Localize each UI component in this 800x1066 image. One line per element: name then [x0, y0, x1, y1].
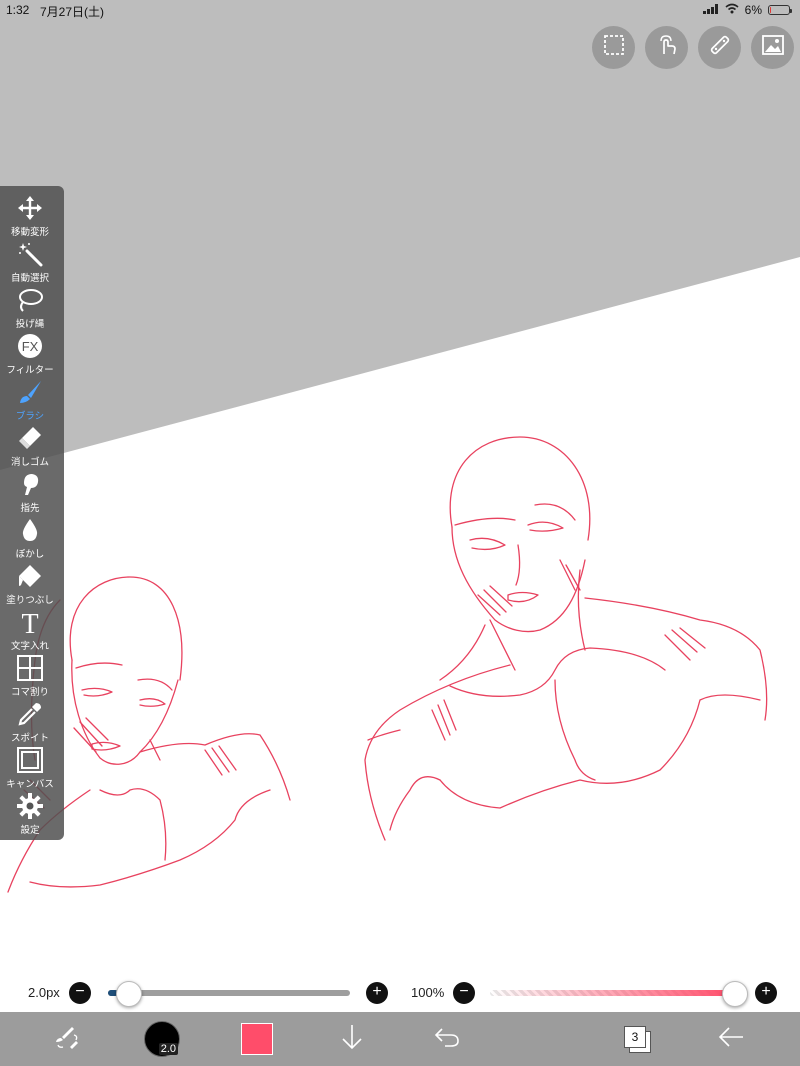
text-icon-glyph: T: [21, 609, 38, 635]
tool-text[interactable]: T 文字入れ: [0, 608, 60, 654]
move-icon: [16, 194, 44, 222]
color-picker-button[interactable]: [240, 1012, 274, 1066]
tool-label: 投げ縄: [15, 319, 45, 330]
back-button[interactable]: [714, 1012, 748, 1066]
tool-label: 自動選択: [10, 273, 49, 284]
opacity-slider-knob[interactable]: [722, 981, 748, 1007]
layers-count: 3: [624, 1026, 646, 1048]
brush-size-label: 2.0px: [28, 985, 60, 1000]
lasso-icon: [16, 286, 44, 314]
brush-size-decrease-button[interactable]: −: [69, 982, 91, 1004]
touch-button[interactable]: [645, 26, 688, 69]
tool-fill[interactable]: 塗りつぶし: [0, 562, 60, 608]
drawing-canvas[interactable]: [0, 0, 800, 1012]
tool-lasso[interactable]: 投げ縄: [0, 286, 60, 332]
selection-icon: [603, 34, 625, 61]
tool-smudge[interactable]: 指先: [0, 470, 60, 516]
tool-move-transform[interactable]: 移動変形: [0, 194, 60, 240]
brush-size-slider-track[interactable]: [108, 990, 350, 996]
tool-label: 文字入れ: [10, 641, 49, 652]
gallery-button[interactable]: [751, 26, 794, 69]
brush-size-increase-button[interactable]: +: [366, 982, 388, 1004]
opacity-slider-track[interactable]: [490, 990, 734, 996]
layers-icon: 3: [624, 1026, 651, 1053]
opacity-label: 100%: [411, 985, 445, 1000]
brush-slider-row: 2.0px − + 100% − +: [0, 974, 800, 1012]
canvas-icon: [16, 746, 44, 774]
tool-label: スポイト: [10, 733, 49, 744]
tool-frame-divider[interactable]: コマ割り: [0, 654, 60, 700]
fx-icon: FX: [16, 332, 44, 360]
blur-icon: [16, 516, 44, 544]
minus-icon: −: [75, 983, 85, 1000]
brush-swap-icon: [52, 1023, 80, 1056]
tool-label: ぼかし: [15, 549, 45, 560]
selection-button[interactable]: [592, 26, 635, 69]
opacity-slider-fill: [490, 990, 734, 996]
tool-sidebar: 移動変形 自動選択 投げ縄 FX フィルター ブラシ 消しゴム 指先 ぼかし 塗…: [0, 186, 64, 840]
tool-label: 消しゴム: [10, 457, 49, 468]
tool-canvas[interactable]: キャンバス: [0, 746, 60, 792]
quick-menu-button[interactable]: [46, 1012, 86, 1066]
import-button[interactable]: [336, 1012, 368, 1066]
top-toolbar: [592, 26, 794, 69]
opacity-decrease-button[interactable]: −: [453, 982, 475, 1004]
tool-label: 指先: [20, 503, 40, 514]
gallery-icon: [761, 34, 785, 61]
touch-icon: [655, 33, 679, 62]
brush-preview-circle: 2.0: [144, 1021, 180, 1057]
tool-eraser[interactable]: 消しゴム: [0, 424, 60, 470]
ruler-icon: [708, 33, 732, 62]
tool-label: 塗りつぶし: [6, 595, 54, 606]
tool-settings[interactable]: 設定: [0, 792, 60, 838]
tool-label: ブラシ: [15, 411, 45, 422]
arrow-left-icon: [717, 1025, 745, 1054]
tool-blur[interactable]: ぼかし: [0, 516, 60, 562]
gear-icon: [16, 792, 44, 820]
fx-icon-text: FX: [22, 339, 39, 354]
brush-size-slider-knob[interactable]: [116, 981, 142, 1007]
bottom-toolbar: 2.0 3: [0, 1012, 800, 1066]
tool-label: 設定: [20, 825, 40, 836]
minus-icon: −: [459, 983, 469, 1000]
tool-filter[interactable]: FX フィルター: [0, 332, 60, 378]
canvas-paper: [0, 257, 800, 1012]
fill-icon: [16, 562, 44, 590]
eyedropper-icon: [16, 700, 44, 728]
eraser-icon: [16, 424, 44, 452]
tool-label: 移動変形: [10, 227, 49, 238]
tool-auto-select[interactable]: 自動選択: [0, 240, 60, 286]
tool-brush[interactable]: ブラシ: [0, 378, 60, 424]
tool-label: フィルター: [6, 365, 54, 376]
magic-wand-icon: [16, 240, 44, 268]
current-color-swatch: [241, 1023, 273, 1055]
brush-size-button[interactable]: 2.0: [144, 1012, 180, 1066]
plus-icon: +: [372, 983, 382, 1000]
undo-button[interactable]: [430, 1012, 464, 1066]
tool-eyedropper[interactable]: スポイト: [0, 700, 60, 746]
brush-icon: [16, 378, 44, 406]
tool-label: コマ割り: [10, 687, 49, 698]
arrow-down-icon: [339, 1023, 365, 1056]
smudge-icon: [16, 470, 44, 498]
tool-label: キャンバス: [6, 779, 54, 790]
opacity-increase-button[interactable]: +: [755, 982, 777, 1004]
brush-size-badge: 2.0: [158, 1043, 178, 1055]
undo-icon: [433, 1025, 461, 1054]
frame-icon: [16, 654, 44, 682]
layers-button[interactable]: 3: [620, 1012, 654, 1066]
text-icon: T: [16, 608, 44, 636]
plus-icon: +: [761, 983, 771, 1000]
ruler-button[interactable]: [698, 26, 741, 69]
